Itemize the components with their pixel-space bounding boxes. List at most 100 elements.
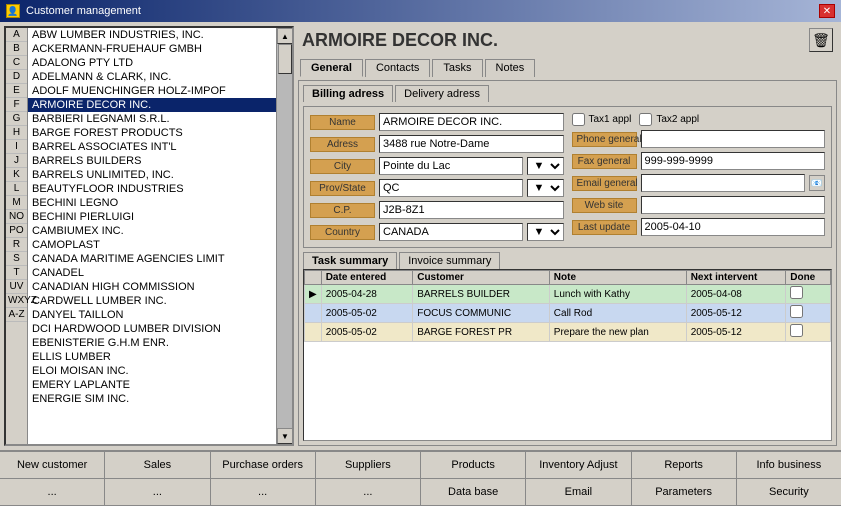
adress-input[interactable]	[379, 135, 564, 153]
done-checkbox[interactable]	[790, 324, 803, 337]
close-button[interactable]: ✕	[819, 4, 835, 18]
tax2-checkbox[interactable]	[639, 113, 652, 126]
scroll-thumb[interactable]	[278, 44, 292, 74]
toolbar-btn-purchase-orders[interactable]: Purchase orders	[211, 452, 316, 478]
toolbar-btn-new-customer[interactable]: New customer	[0, 452, 105, 478]
toolbar-btn-data-base[interactable]: Data base	[421, 479, 526, 505]
sub-tab-billing-adress[interactable]: Billing adress	[303, 85, 393, 102]
city-input[interactable]	[379, 157, 523, 175]
done-checkbox[interactable]	[790, 286, 803, 299]
alpha-item-f[interactable]: F	[6, 98, 27, 112]
tab-contacts[interactable]: Contacts	[365, 59, 430, 77]
customer-item[interactable]: BARRELS BUILDERS	[28, 154, 276, 168]
customer-item[interactable]: BARGE FOREST PRODUCTS	[28, 126, 276, 140]
customer-item[interactable]: ELLIS LUMBER	[28, 350, 276, 364]
customer-item[interactable]: BARBIERI LEGNAMI S.R.L.	[28, 112, 276, 126]
prov-input[interactable]	[379, 179, 523, 197]
customer-item[interactable]: ADELMANN & CLARK, INC.	[28, 70, 276, 84]
alpha-item-s[interactable]: S	[6, 252, 27, 266]
name-input[interactable]	[379, 113, 564, 131]
alpha-item-b[interactable]: B	[6, 42, 27, 56]
alpha-item-h[interactable]: H	[6, 126, 27, 140]
alpha-item-j[interactable]: J	[6, 154, 27, 168]
delete-button[interactable]: 🗑	[809, 28, 833, 52]
customer-item[interactable]: ELOI MOISAN INC.	[28, 364, 276, 378]
alpha-item-a[interactable]: A	[6, 28, 27, 42]
table-row[interactable]: ▶2005-04-28BARRELS BUILDERLunch with Kat…	[305, 285, 831, 304]
customer-item[interactable]: ABW LUMBER INDUSTRIES, INC.	[28, 28, 276, 42]
alpha-item-uv[interactable]: UV	[6, 280, 27, 294]
customer-item[interactable]: ARMOIRE DECOR INC.	[28, 98, 276, 112]
alpha-item-k[interactable]: K	[6, 168, 27, 182]
customer-item[interactable]: ADOLF MUENCHINGER HOLZ-IMPOF	[28, 84, 276, 98]
customer-item[interactable]: CANADEL	[28, 266, 276, 280]
country-dropdown[interactable]: ▼	[527, 223, 564, 241]
lastupdate-input[interactable]	[641, 218, 826, 236]
email-input[interactable]	[641, 174, 806, 192]
customer-item[interactable]: BECHINI LEGNO	[28, 196, 276, 210]
customer-item[interactable]: ADALONG PTY LTD	[28, 56, 276, 70]
alpha-item-i[interactable]: I	[6, 140, 27, 154]
customer-item[interactable]: CANADA MARITIME AGENCIES LIMIT	[28, 252, 276, 266]
phone-input[interactable]	[641, 130, 826, 148]
alpha-item-wxyz[interactable]: WXYZ	[6, 294, 27, 308]
toolbar-btn-inventory-adjust[interactable]: Inventory Adjust	[526, 452, 631, 478]
tab-general[interactable]: General	[300, 59, 363, 77]
toolbar-btn-security[interactable]: Security	[737, 479, 841, 505]
customer-item[interactable]: BARRELS UNLIMITED, INC.	[28, 168, 276, 182]
done-checkbox[interactable]	[790, 305, 803, 318]
alpha-item-po[interactable]: PO	[6, 224, 27, 238]
alpha-item-c[interactable]: C	[6, 56, 27, 70]
customer-item[interactable]: BECHINI PIERLUIGI	[28, 210, 276, 224]
scroll-up-btn[interactable]: ▲	[277, 28, 292, 44]
customer-item[interactable]: CANADIAN HIGH COMMISSION	[28, 280, 276, 294]
customer-item[interactable]: DANYEL TAILLON	[28, 308, 276, 322]
task-tab-invoice-summary[interactable]: Invoice summary	[399, 252, 500, 269]
alpha-item-g[interactable]: G	[6, 112, 27, 126]
customer-item[interactable]: CARDWELL LUMBER INC.	[28, 294, 276, 308]
toolbar-btn-email[interactable]: Email	[526, 479, 631, 505]
toolbar-btn-...[interactable]: ...	[316, 479, 421, 505]
customer-item[interactable]: CAMOPLAST	[28, 238, 276, 252]
alpha-item-m[interactable]: M	[6, 196, 27, 210]
toolbar-btn-...[interactable]: ...	[211, 479, 316, 505]
customer-item[interactable]: DCI HARDWOOD LUMBER DIVISION	[28, 322, 276, 336]
sub-tab-delivery-adress[interactable]: Delivery adress	[395, 85, 489, 102]
toolbar-btn-sales[interactable]: Sales	[105, 452, 210, 478]
alpha-item-r[interactable]: R	[6, 238, 27, 252]
customer-item[interactable]: BEAUTYFLOOR INDUSTRIES	[28, 182, 276, 196]
toolbar-btn-suppliers[interactable]: Suppliers	[316, 452, 421, 478]
customer-item[interactable]: EMERY LAPLANTE	[28, 378, 276, 392]
customer-item[interactable]: CAMBIUMEX INC.	[28, 224, 276, 238]
toolbar-btn-info-business[interactable]: Info business	[737, 452, 841, 478]
alpha-item-no[interactable]: NO	[6, 210, 27, 224]
alpha-item-d[interactable]: D	[6, 70, 27, 84]
tab-tasks[interactable]: Tasks	[432, 59, 482, 77]
website-input[interactable]	[641, 196, 826, 214]
customer-item[interactable]: ACKERMANN-FRUEHAUF GMBH	[28, 42, 276, 56]
customer-item[interactable]: ENERGIE SIM INC.	[28, 392, 276, 406]
country-input[interactable]	[379, 223, 523, 241]
task-tab-task-summary[interactable]: Task summary	[303, 252, 397, 269]
toolbar-btn-parameters[interactable]: Parameters	[632, 479, 737, 505]
customer-item[interactable]: BARREL ASSOCIATES INT'L	[28, 140, 276, 154]
toolbar-btn-reports[interactable]: Reports	[632, 452, 737, 478]
toolbar-btn-...[interactable]: ...	[0, 479, 105, 505]
prov-dropdown[interactable]: ▼	[527, 179, 564, 197]
list-scrollbar[interactable]: ▲ ▼	[276, 28, 292, 444]
tab-notes[interactable]: Notes	[485, 59, 536, 77]
city-dropdown[interactable]: ▼	[527, 157, 564, 175]
tax1-checkbox[interactable]	[572, 113, 585, 126]
cp-input[interactable]	[379, 201, 564, 219]
scroll-down-btn[interactable]: ▼	[277, 428, 292, 444]
toolbar-btn-...[interactable]: ...	[105, 479, 210, 505]
table-row[interactable]: 2005-05-02FOCUS COMMUNICCall Rod2005-05-…	[305, 304, 831, 323]
table-row[interactable]: 2005-05-02BARGE FOREST PRPrepare the new…	[305, 323, 831, 342]
email-icon[interactable]: 📧	[809, 175, 825, 191]
fax-input[interactable]	[641, 152, 826, 170]
alpha-item-l[interactable]: L	[6, 182, 27, 196]
alpha-item-e[interactable]: E	[6, 84, 27, 98]
toolbar-btn-products[interactable]: Products	[421, 452, 526, 478]
alpha-item-a-z[interactable]: A-Z	[6, 308, 27, 322]
alpha-item-t[interactable]: T	[6, 266, 27, 280]
